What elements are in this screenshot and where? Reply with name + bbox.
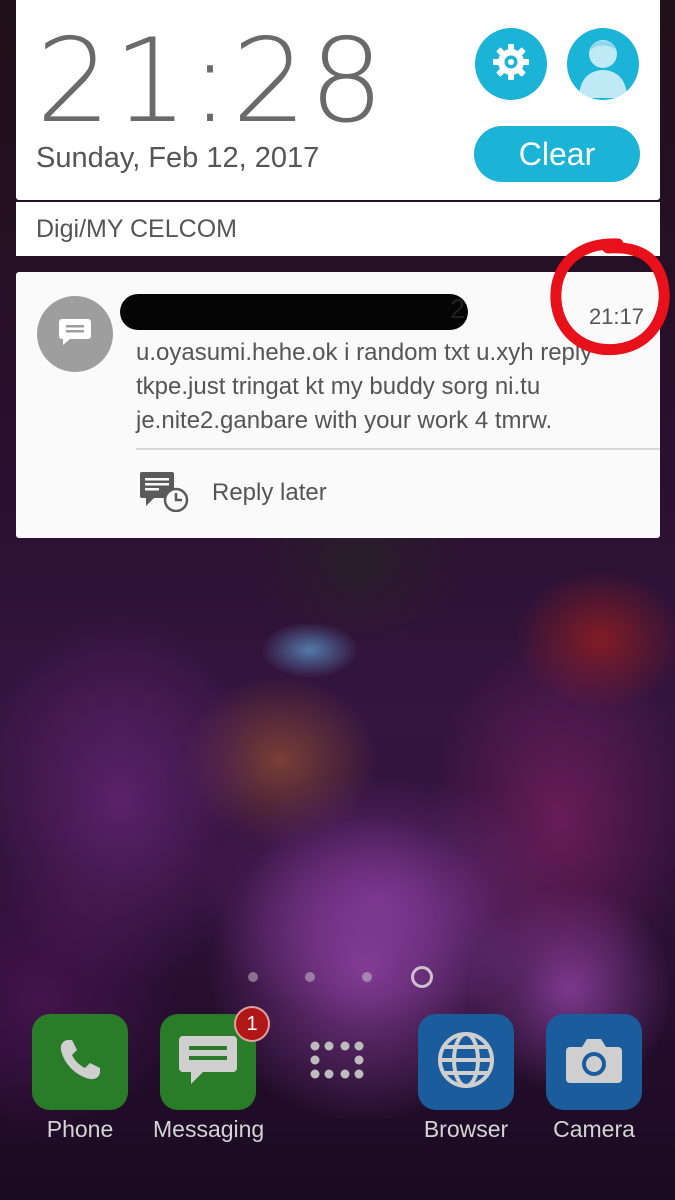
app-label: Messaging — [153, 1116, 265, 1142]
app-label: Phone — [46, 1116, 114, 1142]
message-icon — [58, 317, 92, 352]
divider — [136, 448, 660, 450]
profile-button[interactable] — [567, 28, 639, 100]
dock-app-camera[interactable]: Camera — [539, 1014, 649, 1154]
unread-badge: 1 — [234, 1006, 270, 1042]
camera-icon — [564, 1035, 624, 1090]
notification-app-icon — [37, 296, 113, 372]
carrier-name: Digi/MY CELCOM — [36, 215, 237, 243]
sender-suffix: 2 — [450, 294, 466, 324]
notification-body: u.oyasumi.hehe.ok i random txt u.xyh rep… — [136, 339, 593, 434]
page-dot[interactable] — [362, 972, 372, 982]
settings-button[interactable] — [475, 28, 547, 100]
dock-app-drawer[interactable] — [282, 1014, 392, 1154]
dock-app-messaging[interactable]: 1 Messaging — [153, 1006, 270, 1154]
notification-time: 21:17 — [588, 304, 644, 329]
reply-later-button[interactable]: Reply later — [138, 468, 327, 518]
dock-app-browser[interactable]: Browser — [411, 1014, 521, 1154]
date: Sunday, Feb 12, 2017 — [36, 142, 320, 174]
page-indicator — [0, 964, 675, 990]
reply-later-label: Reply later — [212, 479, 327, 506]
app-drawer-icon — [307, 1038, 367, 1087]
app-icon: 1 — [160, 1006, 270, 1110]
reply-later-icon — [138, 470, 190, 517]
gear-icon — [490, 41, 532, 88]
phone-icon — [52, 1032, 108, 1093]
clear-button[interactable]: Clear — [474, 126, 640, 182]
app-icon — [546, 1014, 642, 1110]
app-icon — [32, 1014, 128, 1110]
dock-app-phone[interactable]: Phone — [25, 1014, 135, 1154]
message-icon — [177, 1032, 239, 1093]
page-dot[interactable] — [248, 972, 258, 982]
redaction-mark — [120, 294, 468, 330]
quick-panel: 21:28 Sunday, Feb 12, 2017 Clear — [16, 0, 660, 200]
user-avatar-icon — [567, 28, 639, 100]
app-icon — [289, 1014, 385, 1110]
globe-icon — [435, 1029, 497, 1096]
carrier-bar: Digi/MY CELCOM — [16, 202, 660, 256]
home-page-indicator[interactable] — [411, 966, 433, 988]
notification-sender: 2 — [120, 292, 470, 332]
app-label: Browser — [423, 1116, 509, 1142]
message-notification[interactable]: 2 21:17 u.oyasumi.hehe.ok i random txt u… — [16, 272, 660, 538]
app-icon — [418, 1014, 514, 1110]
app-label: Camera — [553, 1116, 635, 1142]
page-dot[interactable] — [305, 972, 315, 982]
clock: 21:28 — [36, 13, 387, 149]
